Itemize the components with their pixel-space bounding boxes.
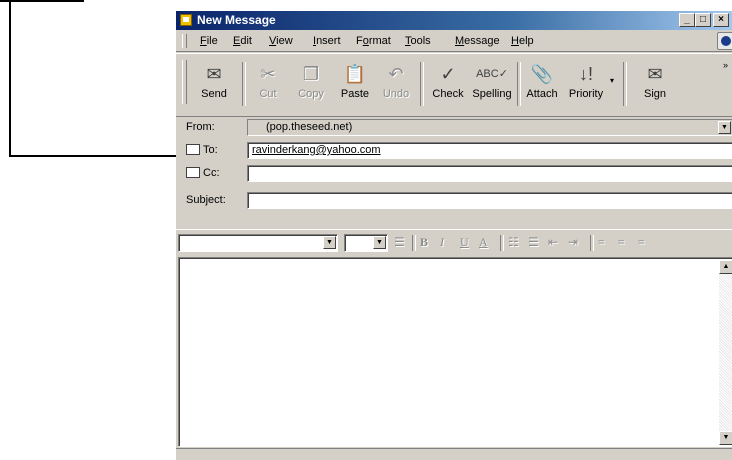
menu-message[interactable]: Message	[455, 35, 500, 47]
format-separator	[412, 235, 416, 251]
ie-logo-icon	[717, 32, 732, 50]
from-label: From:	[186, 121, 215, 133]
paperclip-icon: 📎	[530, 64, 554, 84]
send-icon: ✉	[206, 64, 222, 84]
undo-button[interactable]: ↶ Undo	[374, 60, 418, 110]
italic-button[interactable]: I	[440, 235, 444, 250]
close-button[interactable]: ×	[713, 13, 729, 27]
send-button[interactable]: ✉ Send	[192, 60, 236, 110]
scroll-up-arrow[interactable]: ▲	[719, 260, 732, 274]
chevron-down-icon[interactable]: ▼	[323, 236, 336, 249]
sign-icon: ✉	[647, 64, 663, 84]
font-select[interactable]: ▼	[178, 234, 338, 252]
address-book-icon	[186, 167, 200, 178]
menu-view[interactable]: View	[269, 35, 293, 47]
chevron-down-icon[interactable]: ▼	[373, 236, 386, 249]
spelling-button[interactable]: ABC✓ Spelling	[470, 60, 514, 110]
priority-icon: ↓!	[578, 64, 593, 84]
priority-dropdown-arrow[interactable]: ▾	[610, 76, 614, 85]
subject-field[interactable]	[247, 192, 732, 209]
format-separator	[590, 235, 594, 251]
to-field[interactable]: ravinderkang@yahoo.com	[247, 142, 732, 159]
menu-grip[interactable]	[182, 34, 187, 48]
toolbar-overflow-chevron[interactable]: »	[723, 60, 728, 70]
increase-indent-icon[interactable]: ⇥	[568, 235, 578, 250]
formatting-toolbar: ▼ ▼ ☰ B I U A ☷ ☰ ⇤ ⇥ ≡ ≡ ≡	[176, 229, 732, 256]
numbered-list-icon[interactable]: ☷	[508, 235, 519, 250]
subject-label: Subject:	[186, 194, 226, 206]
menu-file[interactable]: File	[200, 35, 218, 47]
minimize-button[interactable]: _	[679, 13, 695, 27]
font-size-select[interactable]: ▼	[344, 234, 388, 252]
paste-icon: 📋	[343, 64, 367, 84]
annotation-line-top	[0, 0, 84, 2]
decrease-indent-icon[interactable]: ⇤	[548, 235, 558, 250]
bold-button[interactable]: B	[420, 235, 428, 250]
bulleted-list-icon[interactable]: ☰	[528, 235, 539, 250]
to-label[interactable]: To:	[186, 144, 218, 156]
from-value: (pop.theseed.net)	[266, 121, 353, 133]
scroll-down-arrow[interactable]: ▼	[719, 431, 732, 445]
menu-edit[interactable]: Edit	[233, 35, 252, 47]
menu-insert[interactable]: Insert	[313, 35, 341, 47]
window-title: New Message	[197, 13, 276, 27]
menu-help[interactable]: Help	[511, 35, 534, 47]
align-left-icon[interactable]: ≡	[598, 235, 605, 250]
new-message-icon	[180, 14, 192, 26]
toolbar-separator	[420, 62, 424, 106]
toolbar-separator	[623, 62, 627, 106]
priority-button[interactable]: ↓! Priority	[564, 60, 608, 110]
cut-button[interactable]: ✂ Cut	[246, 60, 290, 110]
align-center-icon[interactable]: ≡	[618, 235, 625, 250]
paste-button[interactable]: 📋 Paste	[333, 60, 377, 110]
cc-label[interactable]: Cc:	[186, 167, 220, 179]
menu-format[interactable]: Format	[356, 35, 391, 47]
underline-button[interactable]: U	[460, 235, 469, 250]
chevron-down-icon[interactable]: ▼	[718, 121, 731, 134]
title-bar[interactable]: New Message _ □ ×	[176, 11, 732, 30]
message-body-editor[interactable]: ▲ ▼	[178, 257, 732, 447]
status-bar	[176, 448, 732, 460]
menu-tools[interactable]: Tools	[405, 35, 431, 47]
paragraph-style-icon[interactable]: ☰	[394, 235, 405, 250]
toolbar-grip[interactable]	[182, 60, 187, 104]
copy-icon: ❐	[302, 64, 320, 84]
from-select[interactable]: (pop.theseed.net) ▼	[247, 119, 732, 136]
check-names-icon: ✓	[440, 64, 456, 84]
vertical-scrollbar[interactable]: ▲ ▼	[719, 260, 732, 445]
font-color-button[interactable]: A	[479, 235, 488, 250]
new-message-window: New Message _ □ × File Edit View Insert …	[176, 11, 732, 460]
toolbar: ✉ Send ✂ Cut ❐ Copy 📋 Paste ↶ Undo ✓ Che…	[176, 53, 732, 117]
undo-icon: ↶	[388, 64, 404, 84]
sign-button[interactable]: ✉ Sign	[633, 60, 677, 110]
attach-button[interactable]: 📎 Attach	[520, 60, 564, 110]
spelling-icon: ABC✓	[476, 68, 508, 80]
maximize-button[interactable]: □	[695, 13, 711, 27]
cut-icon: ✂	[260, 64, 276, 84]
cc-field[interactable]	[247, 165, 732, 182]
to-recipient: ravinderkang@yahoo.com	[252, 144, 381, 156]
check-names-button[interactable]: ✓ Check	[426, 60, 470, 110]
copy-button[interactable]: ❐ Copy	[289, 60, 333, 110]
annotation-line-horizontal	[9, 155, 185, 157]
address-book-icon	[186, 144, 200, 155]
annotation-line-vertical	[9, 0, 11, 157]
align-right-icon[interactable]: ≡	[638, 235, 645, 250]
format-separator	[500, 235, 504, 251]
menu-bar: File Edit View Insert Format Tools Messa…	[176, 31, 732, 52]
